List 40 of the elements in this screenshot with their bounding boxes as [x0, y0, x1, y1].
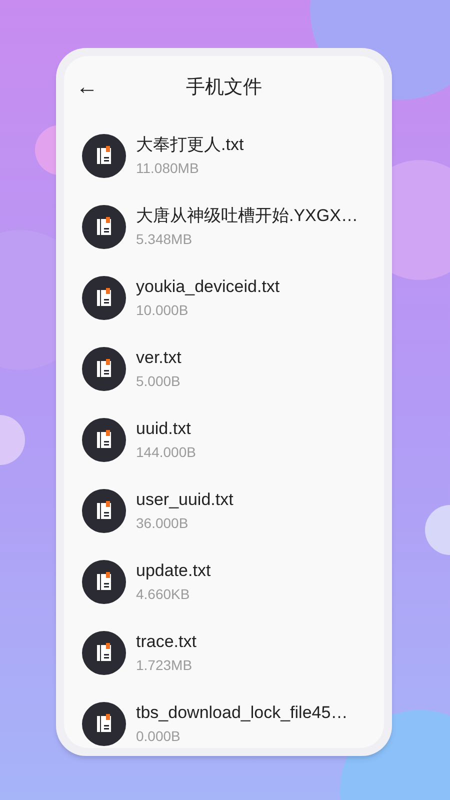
document-icon [82, 346, 126, 390]
file-row[interactable]: 大唐从神级吐槽开始.YXGX… 5.348MB [64, 191, 384, 262]
document-icon [82, 560, 126, 604]
document-icon [82, 276, 126, 320]
background-blob [0, 415, 25, 465]
file-size: 144.000B [136, 444, 196, 460]
document-icon [82, 418, 126, 462]
file-row[interactable]: ver.txt 5.000B [64, 333, 384, 404]
file-row[interactable]: trace.txt 1.723MB [64, 617, 384, 688]
document-icon [82, 134, 126, 178]
file-size: 4.660KB [136, 586, 191, 602]
file-size: 5.000B [136, 373, 182, 389]
file-row[interactable]: youkia_deviceid.txt 10.000B [64, 262, 384, 333]
file-row[interactable]: update.txt 4.660KB [64, 546, 384, 617]
file-name: youkia_deviceid.txt [136, 277, 280, 297]
file-row[interactable]: tbs_download_lock_file45… 0.000B [64, 688, 384, 748]
file-size: 5.348MB [136, 231, 194, 247]
file-size: 1.723MB [136, 657, 194, 673]
file-name: 大唐从神级吐槽开始.YXGX… [136, 206, 358, 226]
file-name: user_uuid.txt [136, 490, 234, 510]
file-name: tbs_download_lock_file45… [136, 703, 348, 723]
file-name: trace.txt [136, 632, 196, 652]
file-size: 0.000B [136, 728, 182, 744]
file-name: update.txt [136, 561, 211, 581]
file-row[interactable]: user_uuid.txt 36.000B [64, 475, 384, 546]
file-row[interactable]: 大奉打更人.txt 11.080MB [64, 120, 384, 191]
document-icon [82, 204, 126, 248]
file-name: 大奉打更人.txt [136, 135, 244, 155]
back-button[interactable]: ← [76, 76, 98, 98]
file-size: 10.000B [136, 302, 190, 318]
document-icon [82, 488, 126, 532]
document-icon [82, 630, 126, 674]
background-blob [425, 505, 450, 555]
page-title: 手机文件 [186, 76, 262, 100]
file-name: ver.txt [136, 348, 182, 368]
file-row[interactable]: uuid.txt 144.000B [64, 404, 384, 475]
file-size: 11.080MB [136, 160, 200, 176]
file-name: uuid.txt [136, 419, 192, 439]
file-size: 36.000B [136, 515, 190, 531]
document-icon [82, 702, 126, 746]
